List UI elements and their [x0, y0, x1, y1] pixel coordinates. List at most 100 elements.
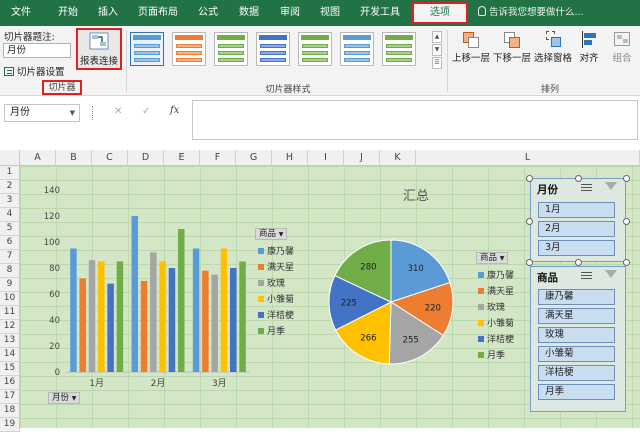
resize-handle[interactable]: [526, 259, 533, 266]
column-header-H[interactable]: H: [272, 150, 308, 166]
bar-满天星-3月[interactable]: [202, 270, 209, 372]
clear-filter-icon[interactable]: [605, 270, 617, 278]
formula-input[interactable]: [192, 100, 638, 140]
bar-洋桔梗-3月[interactable]: [230, 268, 237, 372]
bar-洋桔梗-1月[interactable]: [107, 283, 114, 372]
product-slicer-item-5[interactable]: 洋桔梗: [538, 365, 615, 381]
product-field-button[interactable]: 商品 ▼: [255, 228, 288, 240]
bring-forward-button[interactable]: 上移一层: [451, 30, 491, 64]
clear-filter-icon[interactable]: [605, 182, 617, 190]
column-header-K[interactable]: K: [380, 150, 416, 166]
column-header-E[interactable]: E: [164, 150, 200, 166]
bar-玫瑰-1月[interactable]: [88, 260, 96, 372]
column-header-D[interactable]: D: [128, 150, 164, 166]
row-header-15[interactable]: 15: [0, 362, 20, 376]
tab-options[interactable]: 选项: [412, 2, 468, 24]
row-header-4[interactable]: 4: [0, 208, 20, 222]
resize-handle[interactable]: [575, 175, 582, 182]
style-tile-5[interactable]: [340, 32, 374, 66]
bar-满天星-2月[interactable]: [140, 281, 148, 372]
row-header-6[interactable]: 6: [0, 236, 20, 250]
column-header-B[interactable]: B: [56, 150, 92, 166]
row-header-18[interactable]: 18: [0, 404, 20, 418]
product-slicer-item-1[interactable]: 康乃馨: [538, 289, 615, 305]
month-slicer-item-3[interactable]: 3月: [538, 240, 615, 256]
row-header-9[interactable]: 9: [0, 278, 20, 292]
gallery-more-button[interactable]: ☰: [432, 57, 442, 69]
bar-玫瑰-2月[interactable]: [150, 252, 157, 372]
column-header-J[interactable]: J: [344, 150, 380, 166]
bar-玫瑰-3月[interactable]: [211, 274, 218, 373]
resize-handle[interactable]: [623, 259, 630, 266]
report-connections-button[interactable]: 报表连接: [76, 28, 122, 70]
row-header-17[interactable]: 17: [0, 390, 20, 404]
style-tile-4[interactable]: [298, 32, 332, 66]
name-box[interactable]: 月份 ▼: [4, 104, 80, 122]
insert-function-icon[interactable]: fx: [170, 105, 179, 116]
resize-handle[interactable]: [623, 175, 630, 182]
bar-月季-2月[interactable]: [178, 229, 185, 372]
column-header-G[interactable]: G: [236, 150, 272, 166]
cancel-icon[interactable]: ✕: [114, 106, 122, 117]
resize-handle[interactable]: [526, 218, 533, 225]
group-button[interactable]: 组合: [608, 30, 636, 64]
resize-handle[interactable]: [623, 218, 630, 225]
gallery-up-button[interactable]: ▲: [432, 31, 442, 43]
align-button[interactable]: 对齐: [576, 30, 602, 64]
bar-月季-1月[interactable]: [116, 261, 124, 373]
style-tile-3[interactable]: [256, 32, 290, 66]
bar-小雏菊-1月[interactable]: [98, 261, 105, 373]
column-header-F[interactable]: F: [200, 150, 236, 166]
column-header-A[interactable]: A: [20, 150, 56, 166]
confirm-icon[interactable]: ✓: [142, 106, 150, 117]
row-header-12[interactable]: 12: [0, 320, 20, 334]
multi-select-icon[interactable]: [581, 183, 592, 193]
tab-4[interactable]: 公式: [198, 0, 218, 26]
bar-月季-3月[interactable]: [239, 261, 246, 373]
bar-满天星-1月[interactable]: [79, 278, 86, 372]
row-header-1[interactable]: 1: [0, 166, 20, 180]
tab-0[interactable]: 文件: [11, 0, 31, 26]
tab-8[interactable]: 开发工具: [360, 0, 400, 26]
gallery-down-button[interactable]: ▼: [432, 44, 442, 56]
column-header-L[interactable]: L: [416, 150, 640, 166]
product-slicer-item-6[interactable]: 月季: [538, 384, 615, 400]
row-header-10[interactable]: 10: [0, 292, 20, 306]
tab-7[interactable]: 视图: [320, 0, 340, 26]
product-slicer-item-2[interactable]: 满天星: [538, 308, 615, 324]
row-header-8[interactable]: 8: [0, 264, 20, 278]
bar-小雏菊-3月[interactable]: [220, 248, 228, 373]
column-header-I[interactable]: I: [308, 150, 344, 166]
style-tile-2[interactable]: [214, 32, 248, 66]
month-slicer[interactable]: 月份 1月 2月 3月: [530, 178, 626, 262]
row-header-7[interactable]: 7: [0, 250, 20, 264]
product-slicer[interactable]: 商品 康乃馨 满天星 玫瑰 小雏菊 洋桔梗 月季: [530, 266, 626, 412]
row-header-14[interactable]: 14: [0, 348, 20, 362]
pie-product-field-button[interactable]: 商品 ▼: [476, 252, 509, 264]
row-header-3[interactable]: 3: [0, 194, 20, 208]
tab-5[interactable]: 数据: [239, 0, 259, 26]
style-tile-0[interactable]: [130, 32, 164, 66]
bar-洋桔梗-2月[interactable]: [168, 268, 176, 372]
pie-chart[interactable]: 汇总 310 220 255 266 225 280: [316, 180, 476, 380]
selection-pane-button[interactable]: 选择窗格: [533, 30, 573, 64]
month-slicer-item-2[interactable]: 2月: [538, 221, 615, 237]
row-header-19[interactable]: 19: [0, 418, 20, 432]
style-tile-6[interactable]: [382, 32, 416, 66]
slicer-caption-input[interactable]: 月份: [3, 43, 71, 58]
row-header-2[interactable]: 2: [0, 180, 20, 194]
month-axis-field-button[interactable]: 月份 ▼: [48, 392, 81, 404]
product-slicer-item-4[interactable]: 小雏菊: [538, 346, 615, 362]
row-header-13[interactable]: 13: [0, 334, 20, 348]
column-header-C[interactable]: C: [92, 150, 128, 166]
bar-康乃馨-2月[interactable]: [131, 216, 139, 372]
send-backward-button[interactable]: 下移一层: [492, 30, 532, 64]
month-slicer-item-1[interactable]: 1月: [538, 202, 615, 218]
bar-康乃馨-1月[interactable]: [70, 248, 77, 373]
row-header-16[interactable]: 16: [0, 376, 20, 390]
tell-me-search[interactable]: 告诉我您想要做什么...: [478, 0, 584, 26]
tab-2[interactable]: 插入: [98, 0, 118, 26]
tab-3[interactable]: 页面布局: [138, 0, 178, 26]
resize-handle[interactable]: [526, 175, 533, 182]
slicer-settings-button[interactable]: 切片器设置: [4, 64, 65, 78]
